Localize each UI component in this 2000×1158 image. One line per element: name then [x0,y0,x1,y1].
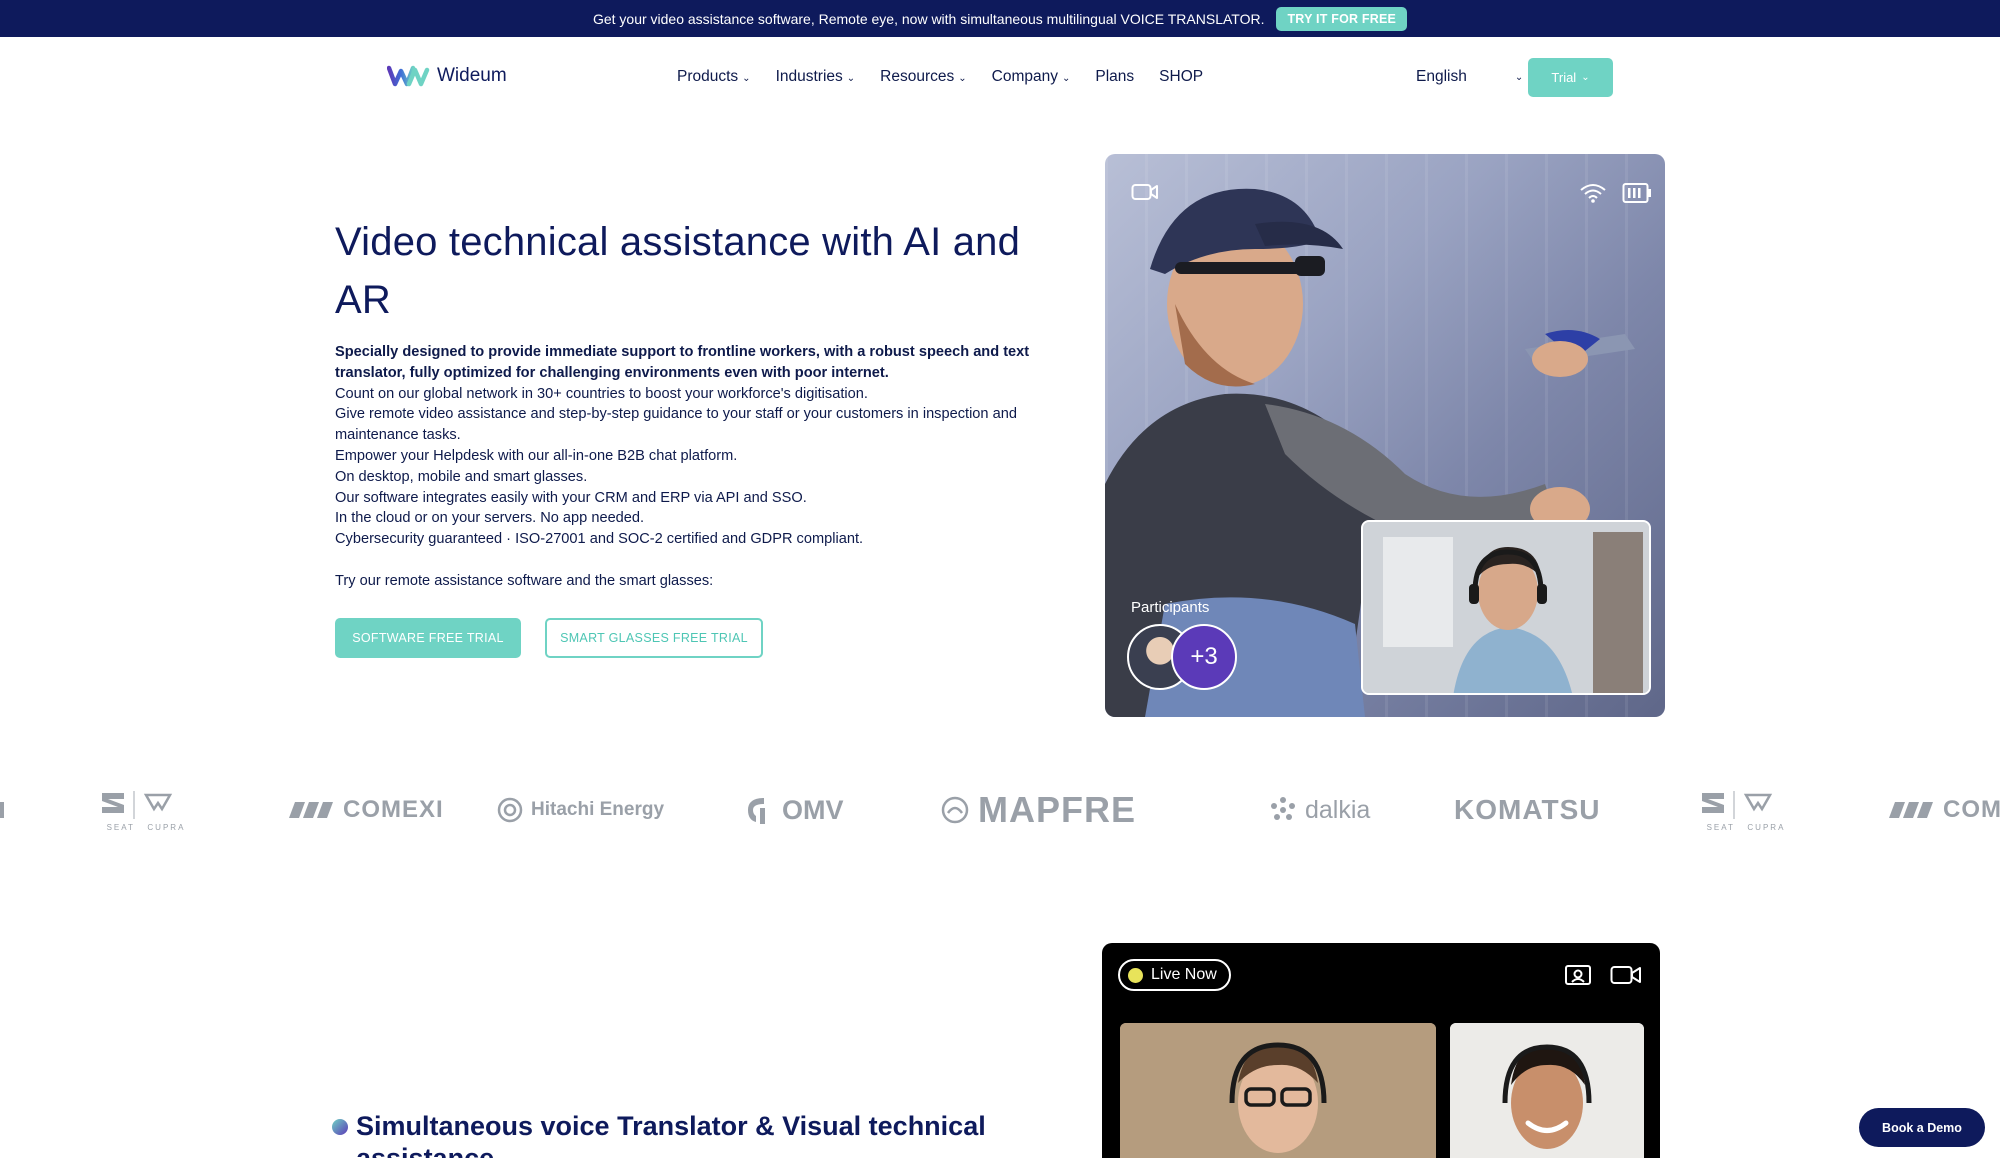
logo-text: Wideum [437,65,507,86]
logo-seat-cupra-text: SEAT CUPRA [1706,822,1786,832]
comexi-logo-icon [1889,802,1933,818]
logo-comexi-partial: COM [1885,775,2000,845]
top-banner: Get your video assistance software, Remo… [0,0,2000,37]
participant-illustration [1450,1023,1644,1158]
more-participants-badge: +3 [1171,624,1237,690]
logo-hitachi-energy: Hitachi Energy [497,775,664,845]
nav-plans[interactable]: Plans [1095,68,1134,86]
logo-dalkia-text: dalkia [1305,795,1371,824]
logo-fragment [0,775,6,845]
banner-try-button[interactable]: TRY IT FOR FREE [1276,6,1408,31]
hero-line: Cybersecurity guaranteed · ISO-27001 and… [335,531,864,548]
logo-omv: OMV [744,775,844,845]
chevron-down-icon: ⌄ [846,72,856,84]
banner-text: Get your video assistance software, Remo… [592,10,1265,27]
nav-label: SHOP [1159,68,1204,85]
language-select[interactable]: English ⌄ [1416,68,1523,86]
live-now-badge: Live Now [1118,959,1231,991]
nav-label: Industries [775,68,843,85]
hero-line: Count on our global network in 30+ count… [335,385,868,402]
hero-try-text: Try our remote assistance software and t… [335,573,714,589]
trial-button[interactable]: Trial ⌄ [1528,58,1613,97]
nav-label: Resources [880,68,955,85]
battery-icon [1622,182,1652,209]
site-header: Wideum Products ⌄ Industries ⌄ Resources… [0,37,2000,117]
software-free-trial-button[interactable]: SOFTWARE FREE TRIAL [335,618,521,658]
section2-title: Simultaneous voice Translator & Visual t… [356,1111,986,1158]
hero-line: In the cloud or on your servers. No app … [335,510,645,527]
nav-company[interactable]: Company ⌄ [992,68,1071,86]
nav-products[interactable]: Products ⌄ [677,68,751,86]
chevron-down-icon: ⌄ [742,72,751,84]
dalkia-logo-icon [1271,797,1295,820]
language-label: English [1416,68,1467,85]
logo-comexi-text: COM [1943,796,2000,823]
hero-intro: Specially designed to provide immediate … [335,344,1030,381]
main-nav: Products ⌄ Industries ⌄ Resources ⌄ Comp… [677,68,1228,86]
nav-shop[interactable]: SHOP [1159,68,1203,86]
smart-glasses-free-trial-button[interactable]: SMART GLASSES FREE TRIAL [545,618,763,658]
book-demo-button[interactable]: Book a Demo [1859,1108,1985,1147]
hitachi-energy-logo-icon [497,797,523,823]
participant-video-tile [1450,1023,1644,1158]
logo-seat-cupra: SEAT CUPRA [98,775,194,845]
logo-mapfre: MAPFRE [940,775,1136,845]
trial-label: Trial [1551,70,1577,85]
seat-cupra-logo-icon [102,790,173,819]
hero-line: Empower your Helpdesk with our all-in-on… [335,447,738,464]
logo-hitachi-energy-text: Hitachi Energy [531,799,665,820]
hero-title: Video technical assistance with AI and A… [335,220,1021,322]
chevron-down-icon: ⌄ [958,72,967,84]
mapfre-logo-icon [941,796,969,824]
live-indicator-dot [1128,967,1143,983]
nav-label: Company [991,68,1058,85]
participant-video-tile [1120,1023,1436,1158]
chevron-down-icon: ⌄ [1061,72,1071,84]
screen-share-icon [1564,963,1592,992]
client-logos-strip: SEAT CUPRA COMEXI Hitachi Energy OMV MAP… [0,775,2000,845]
comexi-logo-icon [289,802,333,818]
logo-komatsu: KOMATSU [1454,775,1600,845]
seat-cupra-logo-icon [1702,790,1773,819]
nav-industries[interactable]: Industries ⌄ [776,68,856,86]
logo-komatsu-text: KOMATSU [1454,794,1601,825]
logo-omv-text: OMV [782,794,844,825]
hero-line: Give remote video assistance and step-by… [335,406,1017,444]
hero-line: On desktop, mobile and smart glasses. [335,468,588,485]
video-camera-icon [1131,182,1159,207]
hero-video-call-image: Participants +3 [1105,154,1665,717]
hero-body: Specially designed to provide immediate … [335,342,1055,550]
nav-label: Plans [1095,68,1135,85]
live-now-label: Live Now [1151,966,1217,983]
logo-mapfre-text: MAPFRE [978,789,1136,830]
nav-label: Products [677,68,739,85]
logo-dalkia: dalkia [1265,775,1370,845]
remote-expert-illustration [1363,522,1649,693]
wideum-logo[interactable]: Wideum [387,65,507,87]
wideum-logo-icon [387,65,430,87]
hero-line: Our software integrates easily with your… [335,489,807,506]
live-call-panel: Live Now [1102,943,1660,1158]
chevron-down-icon: ⌄ [1581,72,1590,83]
participant-illustration [1120,1023,1436,1158]
nav-resources[interactable]: Resources ⌄ [880,68,966,86]
section-bullet-dot [332,1119,348,1135]
video-camera-icon [1610,963,1642,992]
logo-comexi: COMEXI [285,775,444,845]
logo-seat-cupra: SEAT CUPRA [1698,775,1794,845]
chevron-down-icon: ⌄ [1514,71,1524,83]
participants-label: Participants [1131,599,1210,616]
logo-comexi-text: COMEXI [343,796,444,823]
wifi-icon [1579,182,1607,209]
omv-logo-icon [748,798,765,824]
logo-seat-cupra-text: SEAT CUPRA [106,822,186,832]
remote-expert-video-tile [1361,520,1651,695]
